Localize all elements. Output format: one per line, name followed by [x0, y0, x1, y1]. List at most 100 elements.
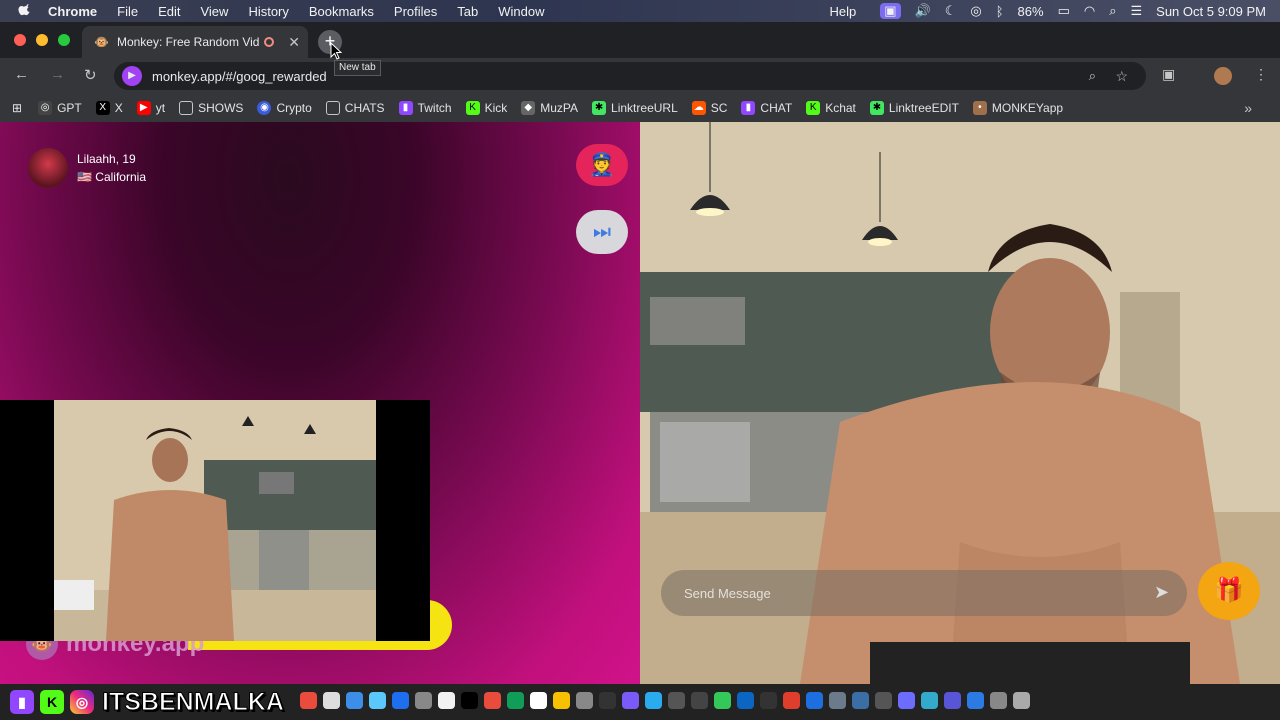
spotlight-search-icon[interactable]: ⌕ — [1109, 3, 1116, 19]
capcut-dock-icon[interactable] — [461, 692, 478, 709]
bookmark-x[interactable]: XX — [95, 101, 123, 115]
obs-dock-icon[interactable] — [599, 692, 616, 709]
bookmark-folder-chats[interactable]: CHATS — [325, 101, 385, 115]
apps-grid-icon[interactable]: ⊞ — [12, 101, 22, 115]
apple-menu-icon[interactable] — [18, 4, 32, 18]
tab-monkey[interactable]: 🐵 Monkey: Free Random Vid ✕ — [82, 26, 308, 58]
menu-window[interactable]: Window — [498, 4, 544, 19]
forward-arrow-icon[interactable]: → — [50, 66, 65, 83]
peer-avatar[interactable] — [28, 148, 68, 188]
send-message-input[interactable] — [684, 582, 1124, 604]
menu-profiles[interactable]: Profiles — [394, 4, 437, 19]
gift-button[interactable]: 🎁 — [1198, 562, 1260, 620]
telegram-dock-icon[interactable] — [645, 692, 662, 709]
menu-bookmarks[interactable]: Bookmarks — [309, 4, 374, 19]
notes-dock-icon[interactable] — [323, 692, 340, 709]
wifi-icon[interactable]: ◠ — [1084, 3, 1095, 19]
bookmark-linktree-url[interactable]: ✱ LinktreeURL — [592, 101, 678, 115]
chrome-menu-icon[interactable]: ⋮ — [1254, 66, 1268, 83]
profile-avatar[interactable] — [1214, 67, 1232, 85]
bookmark-muzpa[interactable]: ◆ MuzPA — [521, 101, 578, 115]
bookmark-gpt[interactable]: ◎ GPT — [38, 101, 82, 115]
menu-file[interactable]: File — [117, 4, 138, 19]
bookmark-star-icon[interactable]: ☆ — [1115, 68, 1128, 85]
zoom-dock-icon[interactable] — [392, 692, 409, 709]
browser-toolbar: ← → ↻ ▶ monkey.app/#/goog_rewarded ⌕ ☆ ▣… — [0, 58, 1280, 94]
bluetooth-icon[interactable]: ᛒ — [996, 4, 1004, 19]
screen-record-icon[interactable]: ▣ — [880, 3, 901, 19]
pen-dock-icon[interactable] — [530, 692, 547, 709]
trash-dock-icon[interactable] — [1013, 692, 1030, 709]
url-text[interactable]: monkey.app/#/goog_rewarded — [152, 69, 327, 84]
safari-dock-icon[interactable] — [369, 692, 386, 709]
help2-dock-icon[interactable] — [576, 692, 593, 709]
bookmark-chat[interactable]: ▮ CHAT — [741, 101, 792, 115]
bookmark-kchat[interactable]: K Kchat — [806, 101, 856, 115]
help-dock-icon[interactable] — [415, 692, 432, 709]
menu-help[interactable]: Help — [830, 4, 857, 19]
moon-icon[interactable]: ☾ — [945, 3, 957, 19]
bookmark-monkeyapp[interactable]: • MONKEYapp — [972, 101, 1063, 115]
photos-dock-icon[interactable] — [898, 692, 915, 709]
peer-info[interactable]: Lilaahh, 19 🇺🇸 California — [28, 148, 146, 188]
bookmark-kick[interactable]: K Kick — [465, 101, 507, 115]
skip-next-button[interactable]: ⏭ — [576, 210, 628, 254]
side-panel-icon[interactable]: ▣ — [1162, 66, 1175, 83]
back-arrow-icon[interactable]: ← — [14, 66, 29, 83]
menu-view[interactable]: View — [200, 4, 228, 19]
self-camera-preview[interactable] — [0, 400, 430, 641]
menu-bar-clock[interactable]: Sun Oct 5 9:09 PM — [1156, 4, 1266, 19]
close-tab-icon[interactable]: ✕ — [288, 34, 300, 51]
files-dock-icon[interactable] — [967, 692, 984, 709]
screenshot-dock-icon[interactable] — [944, 692, 961, 709]
zoom-icon[interactable]: ⌕ — [1089, 68, 1096, 84]
bookmarks-bar: ⊞ ◎ GPT XX ▶ yt SHOWS ◉ Crypto CHATS ▮ Twitc… — [0, 94, 1280, 122]
bookmark-crypto[interactable]: ◉ Crypto — [257, 101, 312, 115]
davinci-dock-icon[interactable] — [783, 692, 800, 709]
airdrop-icon[interactable]: ◎ — [970, 3, 981, 19]
downloads-dock-icon[interactable] — [990, 692, 1007, 709]
menu-chrome[interactable]: Chrome — [48, 4, 97, 19]
preview-dock-icon[interactable] — [829, 692, 846, 709]
close-window-button[interactable] — [14, 34, 26, 46]
chrome-dock-icon[interactable] — [300, 692, 317, 709]
bookmark-folder-shows[interactable]: SHOWS — [179, 101, 243, 115]
menu-edit[interactable]: Edit — [158, 4, 180, 19]
notes2-dock-icon[interactable] — [553, 692, 570, 709]
finder-dock-icon[interactable] — [346, 692, 363, 709]
menu-tab[interactable]: Tab — [457, 4, 478, 19]
settings-dock-icon[interactable] — [875, 692, 892, 709]
bookmark-label: CHAT — [760, 101, 793, 115]
star-dock-icon[interactable] — [622, 692, 639, 709]
maps-dock-icon[interactable] — [921, 692, 938, 709]
capcut2-dock-icon[interactable] — [691, 692, 708, 709]
sheets-dock-icon[interactable] — [507, 692, 524, 709]
bookmark-linktree-edit[interactable]: ✱ LinktreeEDIT — [869, 101, 959, 115]
fullscreen-window-button[interactable] — [58, 34, 70, 46]
minimize-window-button[interactable] — [36, 34, 48, 46]
bookmark-yt[interactable]: ▶ yt — [136, 101, 165, 115]
more-bookmarks-chevron-icon[interactable]: » — [1244, 100, 1252, 116]
camera-dock-icon[interactable] — [668, 692, 685, 709]
menu-history[interactable]: History — [248, 4, 288, 19]
chrome2-dock-icon[interactable] — [484, 692, 501, 709]
bookmark-label: LinktreeURL — [611, 101, 678, 115]
twitch-logo-icon: ▮ — [10, 690, 34, 714]
control-center-icon[interactable]: ☰ — [1131, 3, 1143, 19]
volume-icon[interactable]: 🔊 — [915, 3, 931, 19]
word-dock-icon[interactable] — [737, 692, 754, 709]
site-info-icon[interactable]: ▶ — [122, 66, 142, 86]
send-arrow-icon[interactable]: ➤ — [1154, 582, 1169, 603]
textedit-dock-icon[interactable] — [438, 692, 455, 709]
bookmark-sc[interactable]: ☁ SC — [691, 101, 727, 115]
reload-icon[interactable]: ↻ — [84, 66, 97, 84]
bookmark-twitch[interactable]: ▮ Twitch — [398, 101, 452, 115]
vpn-dock-icon[interactable] — [760, 692, 777, 709]
appstore-dock-icon[interactable] — [806, 692, 823, 709]
monkey-icon: • — [972, 101, 987, 115]
report-button[interactable]: 👮 — [576, 144, 628, 186]
keynote-dock-icon[interactable] — [852, 692, 869, 709]
messages-dock-icon[interactable] — [714, 692, 731, 709]
address-bar[interactable]: ▶ monkey.app/#/goog_rewarded ⌕ ☆ — [114, 62, 1146, 90]
battery-icon[interactable]: ▭ — [1058, 3, 1070, 19]
